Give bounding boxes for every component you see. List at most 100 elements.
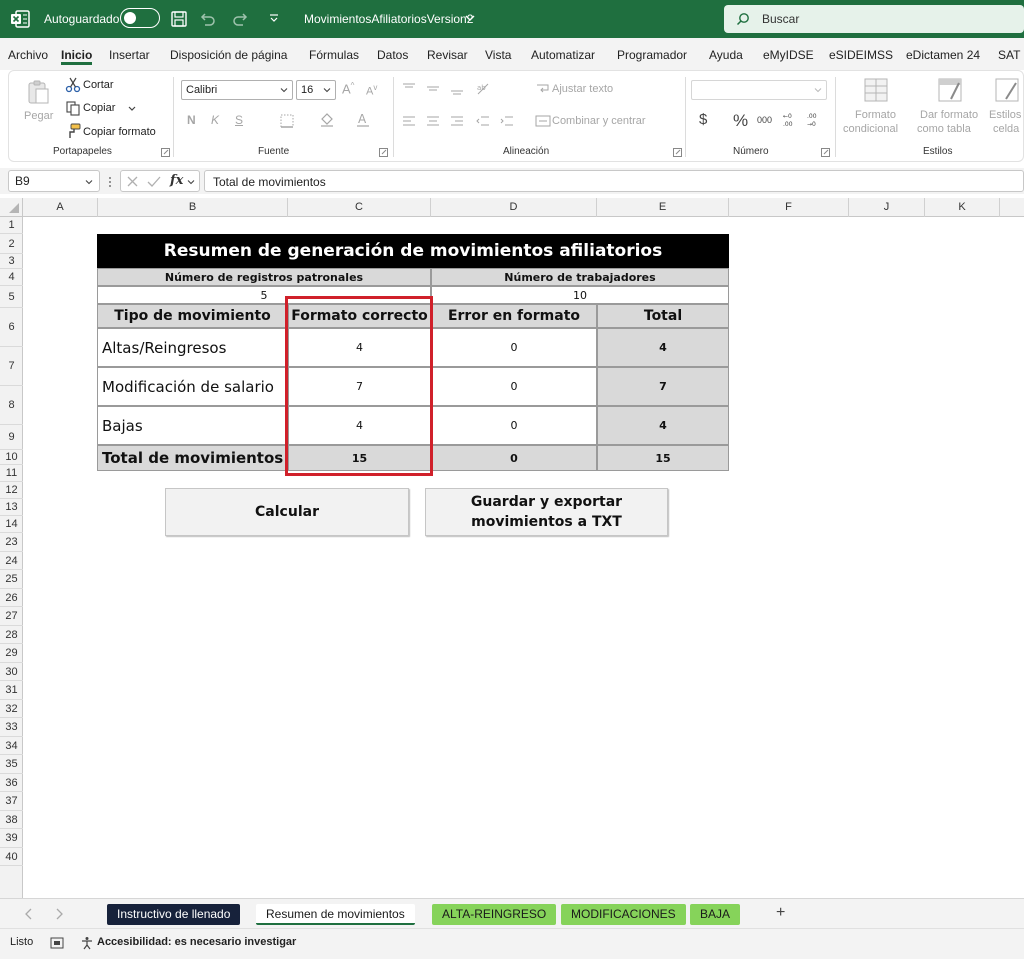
tab-revisar[interactable]: Revisar [427, 48, 468, 62]
row-header-24[interactable]: 24 [0, 552, 23, 570]
dialog-launcher-icon[interactable] [673, 148, 682, 157]
copy-label[interactable]: Copiar [83, 102, 115, 114]
header-tipo-movimiento[interactable]: Tipo de movimiento [97, 304, 288, 328]
column-header-k[interactable]: K [925, 198, 1000, 217]
row-altas-type[interactable]: Altas/Reingresos [97, 328, 288, 367]
chevron-down-icon[interactable] [127, 104, 137, 114]
fill-color-icon[interactable] [319, 111, 335, 127]
cell-styles-label-1[interactable]: Estilos de [989, 109, 1024, 121]
customize-icon[interactable] [268, 12, 280, 24]
increase-decimal-icon[interactable]: ←0.00 [783, 111, 799, 127]
row-bajas-error[interactable]: 0 [431, 406, 597, 445]
column-header-d[interactable]: D [431, 198, 597, 217]
align-middle-icon[interactable] [425, 81, 441, 97]
increase-indent-icon[interactable] [499, 113, 515, 129]
underline-button[interactable]: S [235, 113, 243, 127]
column-header-b[interactable]: B [98, 198, 288, 217]
table-format-label-1[interactable]: Dar formato [920, 109, 978, 121]
tab-ayuda[interactable]: Ayuda [709, 48, 743, 62]
row-header-34[interactable]: 34 [0, 737, 23, 755]
dialog-launcher-icon[interactable] [379, 148, 388, 157]
row-header-1[interactable]: 1 [0, 217, 23, 234]
tab-insertar[interactable]: Insertar [109, 48, 150, 62]
chevron-left-icon[interactable] [24, 908, 34, 920]
row-header-31[interactable]: 31 [0, 681, 23, 700]
percent-button[interactable]: % [733, 111, 748, 131]
tab-programador[interactable]: Programador [617, 48, 687, 62]
total-row-total[interactable]: 15 [597, 445, 729, 471]
row-header-2[interactable]: 2 [0, 234, 23, 254]
cut-label[interactable]: Cortar [83, 79, 114, 91]
row-altas-error[interactable]: 0 [431, 328, 597, 367]
table-format-label-2[interactable]: como tabla [917, 123, 971, 135]
sheet-tab-baja[interactable]: BAJA [690, 904, 741, 925]
total-row-label[interactable]: Total de movimientos [97, 445, 288, 471]
tab-disposicion[interactable]: Disposición de página [170, 48, 287, 62]
align-center-icon[interactable] [425, 113, 441, 129]
undo-icon[interactable] [198, 10, 216, 28]
sheet-tab-modificaciones[interactable]: MODIFICACIONES [561, 904, 686, 925]
tab-automatizar[interactable]: Automatizar [531, 48, 595, 62]
column-header-e[interactable]: E [597, 198, 729, 217]
table-format-icon[interactable] [937, 77, 963, 103]
row-altas-total[interactable]: 4 [597, 328, 729, 367]
row-header-39[interactable]: 39 [0, 829, 23, 848]
tab-datos[interactable]: Datos [377, 48, 408, 62]
row-header-3[interactable]: 3 [0, 254, 23, 269]
align-top-icon[interactable] [401, 81, 417, 97]
chevron-down-icon[interactable] [187, 178, 195, 186]
font-color-icon[interactable]: A [355, 111, 371, 127]
total-row-correct[interactable]: 15 [288, 445, 431, 471]
format-painter-icon[interactable] [65, 123, 81, 139]
tab-emyidse[interactable]: eMyIDSE [763, 48, 814, 62]
tab-vista[interactable]: Vista [485, 48, 511, 62]
row-header-23[interactable]: 23 [0, 533, 23, 552]
conditional-format-label-1[interactable]: Formato [855, 109, 896, 121]
row-header-36[interactable]: 36 [0, 774, 23, 792]
employers-label[interactable]: Número de registros patronales [97, 268, 431, 286]
tab-inicio[interactable]: Inicio [61, 48, 92, 62]
calcular-button[interactable]: Calcular [165, 488, 409, 536]
number-format-combo[interactable] [691, 80, 827, 100]
row-header-7[interactable]: 7 [0, 347, 23, 386]
row-header-14[interactable]: 14 [0, 516, 23, 533]
conditional-format-label-2[interactable]: condicional [843, 123, 898, 135]
workers-value[interactable]: 10 [431, 286, 729, 304]
column-header-j[interactable]: J [849, 198, 925, 217]
sheet-tab-alta-reingreso[interactable]: ALTA-REINGRESO [432, 904, 557, 925]
row-header-13[interactable]: 13 [0, 499, 23, 516]
row-modificacion-total[interactable]: 7 [597, 367, 729, 406]
row-modificacion-correct[interactable]: 7 [288, 367, 431, 406]
row-header-8[interactable]: 8 [0, 386, 23, 425]
row-header-33[interactable]: 33 [0, 718, 23, 737]
redo-icon[interactable] [232, 10, 250, 28]
row-header-26[interactable]: 26 [0, 589, 23, 607]
decrease-decimal-icon[interactable]: .00→0 [807, 111, 823, 127]
font-size-combo[interactable]: 16 [296, 80, 336, 100]
row-altas-correct[interactable]: 4 [288, 328, 431, 367]
column-header-f[interactable]: F [729, 198, 849, 217]
row-header-38[interactable]: 38 [0, 811, 23, 829]
row-header-28[interactable]: 28 [0, 626, 23, 644]
conditional-format-icon[interactable] [863, 77, 889, 103]
paste-label[interactable]: Pegar [24, 110, 53, 122]
status-accessibility[interactable]: Accesibilidad: es necesario investigar [97, 936, 296, 948]
row-modificacion-error[interactable]: 0 [431, 367, 597, 406]
row-header-37[interactable]: 37 [0, 792, 23, 811]
orientation-icon[interactable]: ab [475, 81, 491, 97]
tab-sat[interactable]: SAT [998, 48, 1020, 62]
row-bajas-type[interactable]: Bajas [97, 406, 288, 445]
formula-input[interactable]: Total de movimientos [204, 170, 1024, 192]
macro-icon[interactable] [50, 936, 64, 950]
row-header-40[interactable]: 40 [0, 848, 23, 866]
cell-styles-label-2[interactable]: celda [993, 123, 1019, 135]
select-all-corner[interactable] [0, 198, 23, 217]
tab-archivo[interactable]: Archivo [8, 48, 48, 62]
more-icon[interactable] [107, 176, 113, 188]
row-header-6[interactable]: 6 [0, 308, 23, 347]
row-modificacion-type[interactable]: Modificación de salario [97, 367, 288, 406]
align-right-icon[interactable] [449, 113, 465, 129]
name-box[interactable]: B9 [8, 170, 100, 192]
row-bajas-correct[interactable]: 4 [288, 406, 431, 445]
total-row-error[interactable]: 0 [431, 445, 597, 471]
